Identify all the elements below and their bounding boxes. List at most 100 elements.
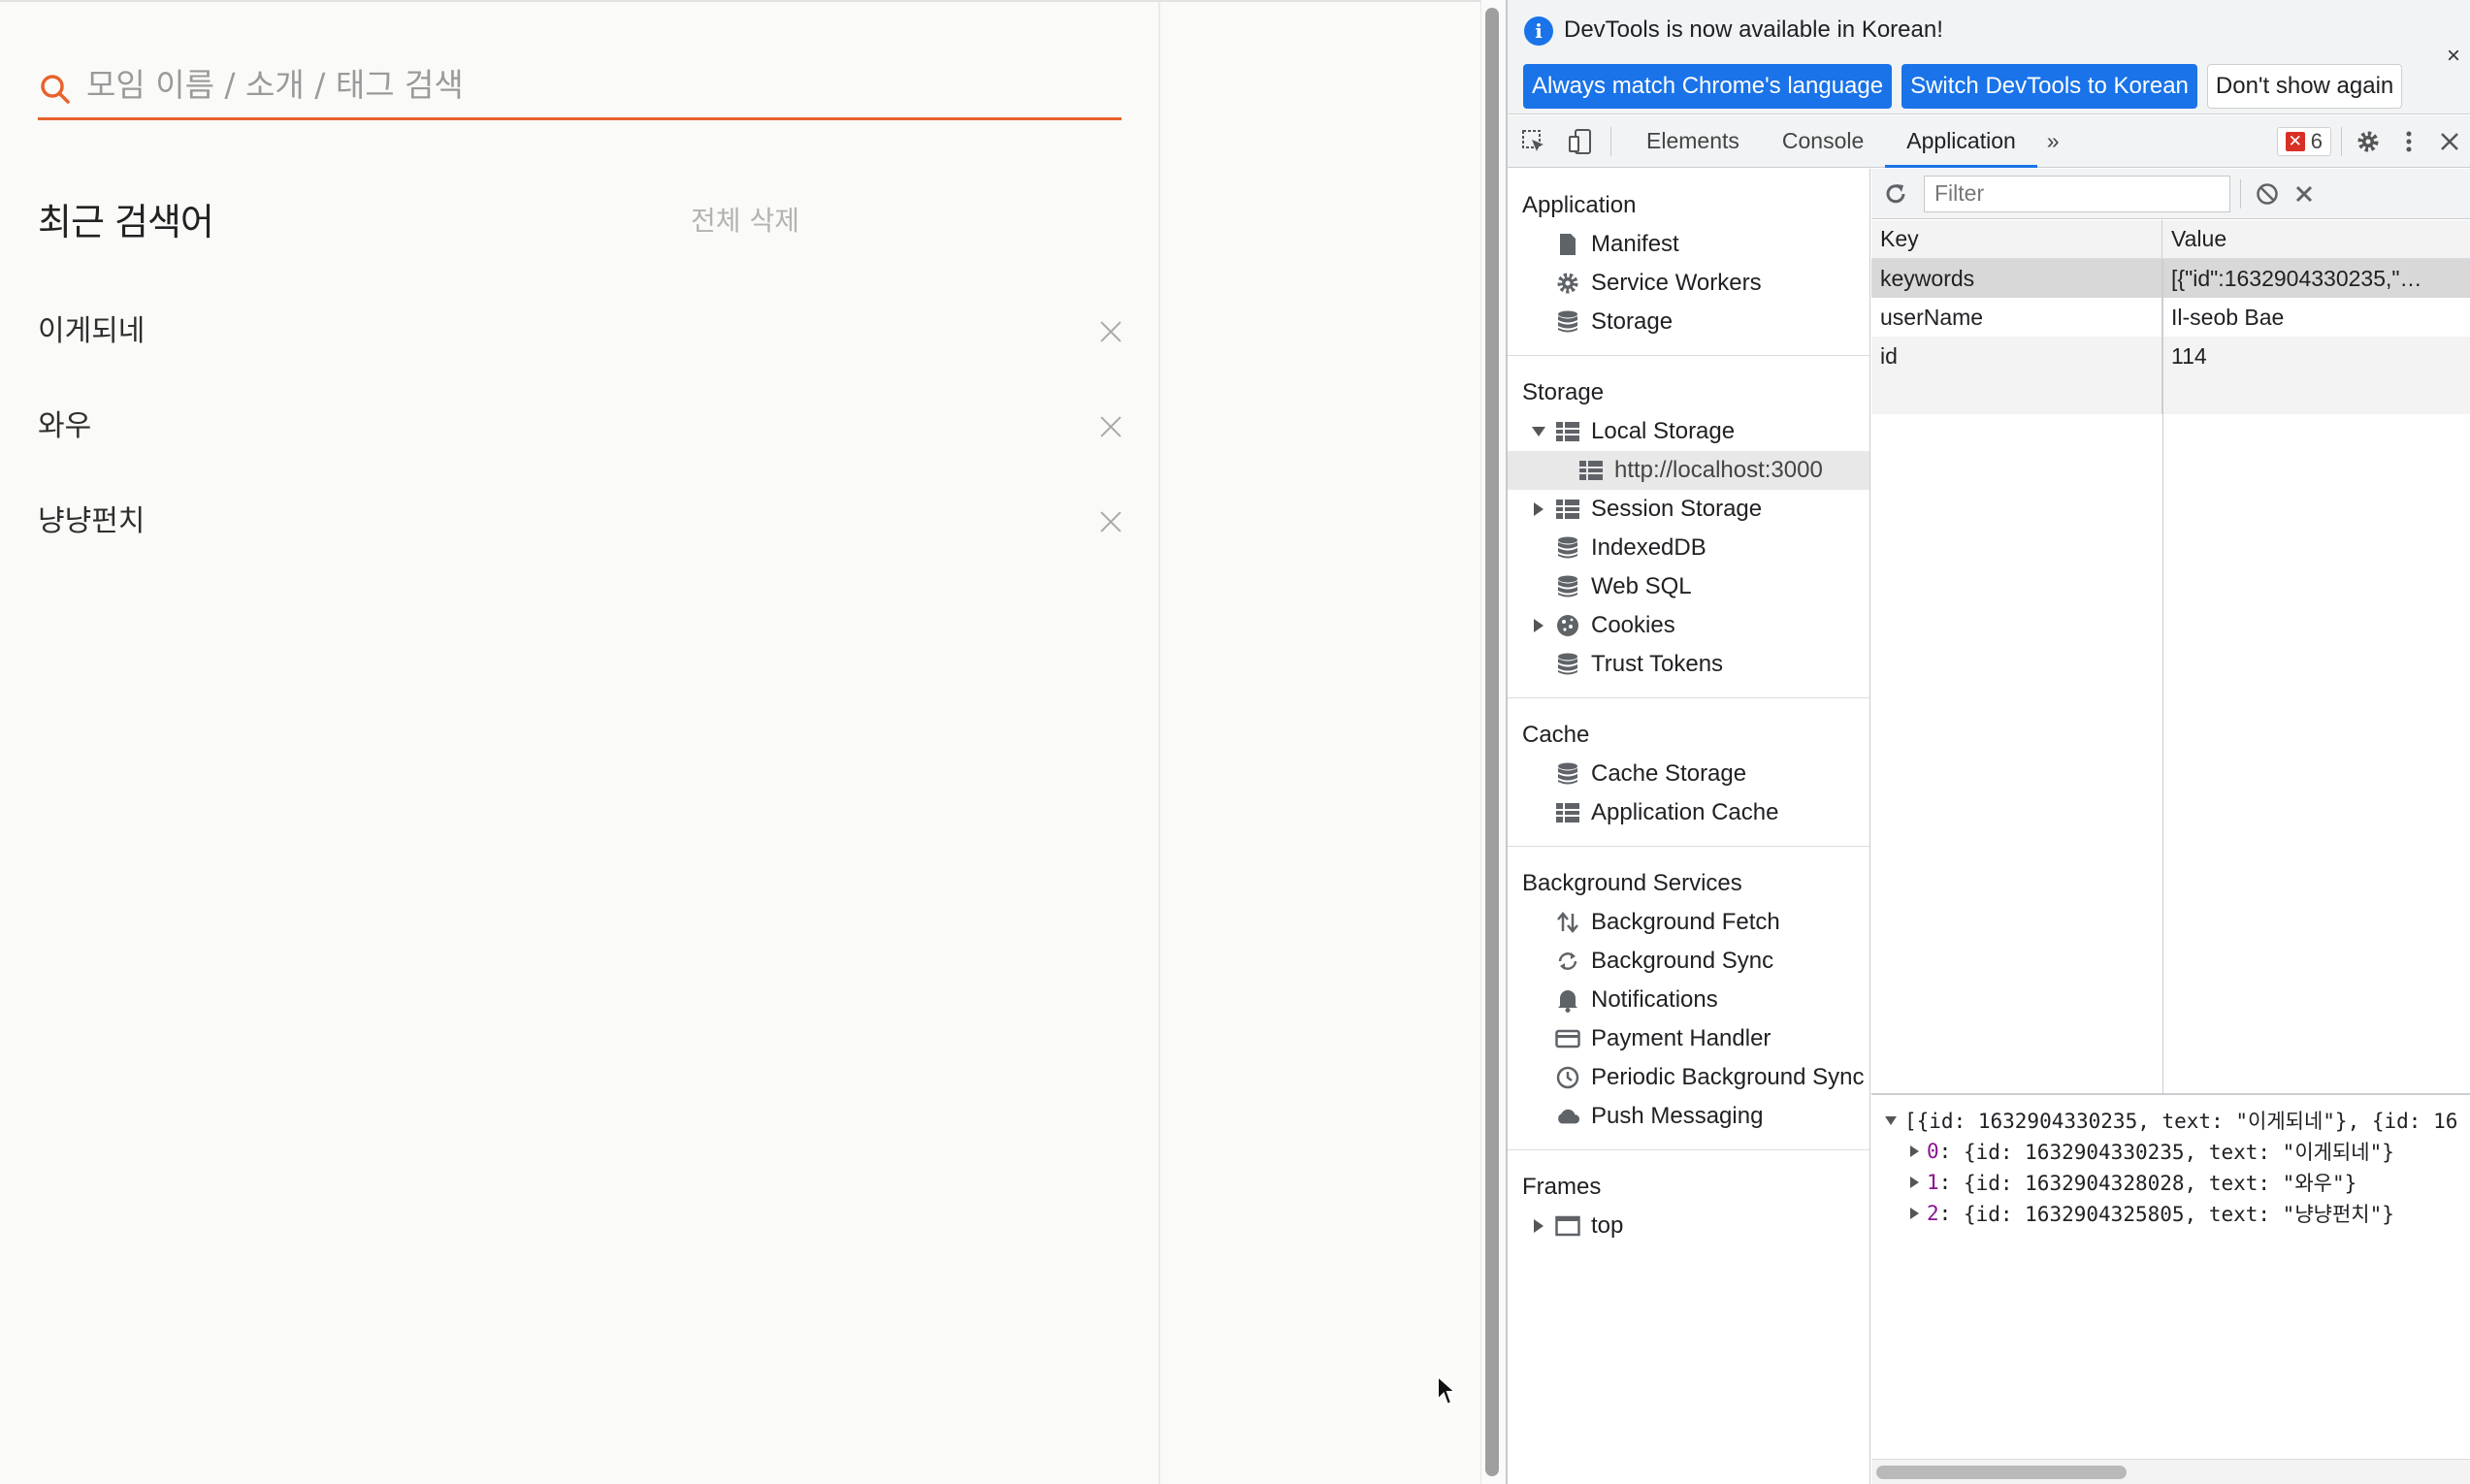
table-header-row: Key Value — [1871, 220, 2470, 259]
preview-item[interactable]: 0: {id: 1632904330235, text: "이게되네"} — [1871, 1136, 2470, 1167]
switch-to-korean-button[interactable]: Switch DevTools to Korean — [1901, 64, 2197, 109]
sidebar-item-frame-top[interactable]: top — [1508, 1207, 1869, 1245]
list-item[interactable]: 이게되네 — [38, 293, 1121, 388]
sidebar-section-application: Application Manifest Service Workers Sto… — [1508, 169, 1869, 356]
delete-selected-icon[interactable] — [2288, 177, 2321, 210]
delete-keyword-icon[interactable] — [1100, 511, 1121, 532]
preview-item[interactable]: 2: {id: 1632904325805, text: "냥냥펀치"} — [1871, 1198, 2470, 1229]
inspect-element-icon[interactable] — [1517, 125, 1550, 158]
row-key[interactable]: keywords — [1871, 259, 2162, 298]
sidebar-item-web-sql[interactable]: Web SQL — [1508, 567, 1869, 606]
tab-elements[interactable]: Elements — [1625, 115, 1761, 168]
sidebar-item-indexeddb[interactable]: IndexedDB — [1508, 529, 1869, 567]
tab-console[interactable]: Console — [1761, 115, 1885, 168]
sidebar-item-background-fetch[interactable]: Background Fetch — [1508, 903, 1869, 942]
sidebar-heading: Background Services — [1522, 870, 1742, 896]
page-scrollbar-thumb[interactable] — [1485, 8, 1499, 1476]
close-devtools-icon[interactable] — [2433, 125, 2466, 158]
application-sidebar: Application Manifest Service Workers Sto… — [1508, 169, 1870, 1484]
sidebar-item-trust-tokens[interactable]: Trust Tokens — [1508, 645, 1869, 684]
bell-icon — [1555, 987, 1580, 1013]
row-key[interactable]: id — [1871, 337, 2162, 375]
mouse-pointer-icon — [1437, 1374, 1458, 1406]
row-value[interactable]: Il-seob Bae — [2162, 298, 2470, 337]
toolbar-divider — [2240, 178, 2241, 209]
devtools-toolbar: Elements Console Application » ✕ 6 — [1508, 115, 2470, 168]
sidebar-heading: Application — [1522, 192, 1637, 218]
sync-icon — [1555, 949, 1580, 974]
list-item[interactable]: 냥냥펀치 — [38, 483, 1121, 578]
sidebar-item-application-cache[interactable]: Application Cache — [1508, 793, 1869, 832]
sidebar-item-notifications[interactable]: Notifications — [1508, 981, 1869, 1019]
row-key[interactable]: userName — [1871, 298, 2162, 337]
more-options-icon[interactable] — [2392, 125, 2425, 158]
expand-arrow-icon[interactable] — [1910, 1145, 1919, 1157]
sidebar-item-session-storage[interactable]: Session Storage — [1508, 490, 1869, 529]
refresh-icon[interactable] — [1879, 177, 1912, 210]
delete-keyword-icon[interactable] — [1100, 416, 1121, 437]
sidebar-item-service-workers[interactable]: Service Workers — [1508, 264, 1869, 303]
screen: 최근 검색어 전체 삭제 이게되네 와우 냥냥펀치 — [0, 0, 2470, 1484]
collapse-arrow-icon[interactable] — [1885, 1115, 1897, 1125]
expand-arrow-icon[interactable] — [1532, 427, 1545, 436]
expand-arrow-icon[interactable] — [1534, 502, 1544, 516]
cloud-icon — [1555, 1104, 1580, 1129]
table-row[interactable]: id 114 — [1871, 337, 2470, 375]
table-row[interactable]: userName Il-seob Bae — [1871, 298, 2470, 337]
sidebar-item-local-storage[interactable]: Local Storage — [1508, 412, 1869, 451]
frame-icon — [1555, 1213, 1580, 1239]
expand-arrow-icon[interactable] — [1534, 619, 1544, 632]
table-row[interactable]: keywords [{"id":1632904330235,"… — [1871, 259, 2470, 298]
settings-gear-icon[interactable] — [2352, 125, 2385, 158]
storage-viewer: Key Value keywords [{"id":1632904330235,… — [1871, 169, 2470, 1484]
filter-input[interactable] — [1924, 175, 2230, 212]
search-panel: 최근 검색어 전체 삭제 이게되네 와우 냥냥펀치 — [0, 2, 1160, 1484]
sidebar-item-push-messaging[interactable]: Push Messaging — [1508, 1097, 1869, 1136]
preview-root[interactable]: [{id: 1632904330235, text: "이게되네"}, {id:… — [1871, 1105, 2470, 1136]
table-row-empty[interactable] — [1871, 375, 2470, 414]
expand-arrow-icon[interactable] — [1910, 1208, 1919, 1219]
table-icon — [1555, 800, 1580, 825]
sidebar-item-cache-storage[interactable]: Cache Storage — [1508, 755, 1869, 793]
sidebar-item-storage-overview[interactable]: Storage — [1508, 303, 1869, 341]
table-icon — [1555, 497, 1580, 522]
search-input[interactable] — [86, 66, 1095, 104]
clear-all-button[interactable]: 전체 삭제 — [691, 200, 799, 239]
sidebar-item-localhost-origin[interactable]: http://localhost:3000 — [1508, 451, 1869, 490]
sidebar-item-cookies[interactable]: Cookies — [1508, 606, 1869, 645]
row-value[interactable]: [{"id":1632904330235,"… — [2162, 259, 2470, 298]
dont-show-again-button[interactable]: Don't show again — [2206, 64, 2403, 109]
keyword-text[interactable]: 와우 — [38, 402, 91, 444]
row-value[interactable]: 114 — [2162, 337, 2470, 375]
tab-application[interactable]: Application — [1885, 115, 2037, 168]
device-toolbar-icon[interactable] — [1564, 125, 1597, 158]
table-icon — [1555, 419, 1580, 444]
infobar-close-icon[interactable]: × — [2447, 43, 2460, 70]
error-icon: ✕ — [2285, 131, 2305, 151]
list-item[interactable]: 와우 — [38, 388, 1121, 483]
expand-arrow-icon[interactable] — [1534, 1219, 1544, 1233]
keyword-text[interactable]: 냥냥펀치 — [38, 497, 145, 539]
search-bar[interactable] — [38, 52, 1121, 120]
delete-keyword-icon[interactable] — [1100, 321, 1121, 342]
web-page: 최근 검색어 전체 삭제 이게되네 와우 냥냥펀치 — [0, 0, 1480, 1484]
keyword-text[interactable]: 이게되네 — [38, 306, 145, 349]
preview-horizontal-scrollbar[interactable] — [1871, 1459, 2470, 1484]
table-icon — [1578, 458, 1604, 483]
column-header-key[interactable]: Key — [1871, 220, 2162, 258]
always-match-language-button[interactable]: Always match Chrome's language — [1523, 64, 1893, 109]
up-down-arrows-icon — [1555, 910, 1580, 935]
scrollbar-thumb[interactable] — [1876, 1466, 2127, 1479]
more-tabs-icon[interactable]: » — [2037, 115, 2069, 168]
sidebar-item-background-sync[interactable]: Background Sync — [1508, 942, 1869, 981]
sidebar-item-periodic-background-sync[interactable]: Periodic Background Sync — [1508, 1058, 1869, 1097]
sidebar-item-manifest[interactable]: Manifest — [1508, 225, 1869, 264]
expand-arrow-icon[interactable] — [1910, 1177, 1919, 1188]
error-count: 6 — [2310, 128, 2323, 153]
sidebar-item-payment-handler[interactable]: Payment Handler — [1508, 1019, 1869, 1058]
preview-item[interactable]: 1: {id: 1632904328028, text: "와우"} — [1871, 1167, 2470, 1198]
value-preview: [{id: 1632904330235, text: "이게되네"}, {id:… — [1871, 1093, 2470, 1484]
column-header-value[interactable]: Value — [2162, 220, 2470, 258]
error-count-badge[interactable]: ✕ 6 — [2276, 126, 2331, 156]
clear-all-block-icon[interactable] — [2251, 177, 2284, 210]
